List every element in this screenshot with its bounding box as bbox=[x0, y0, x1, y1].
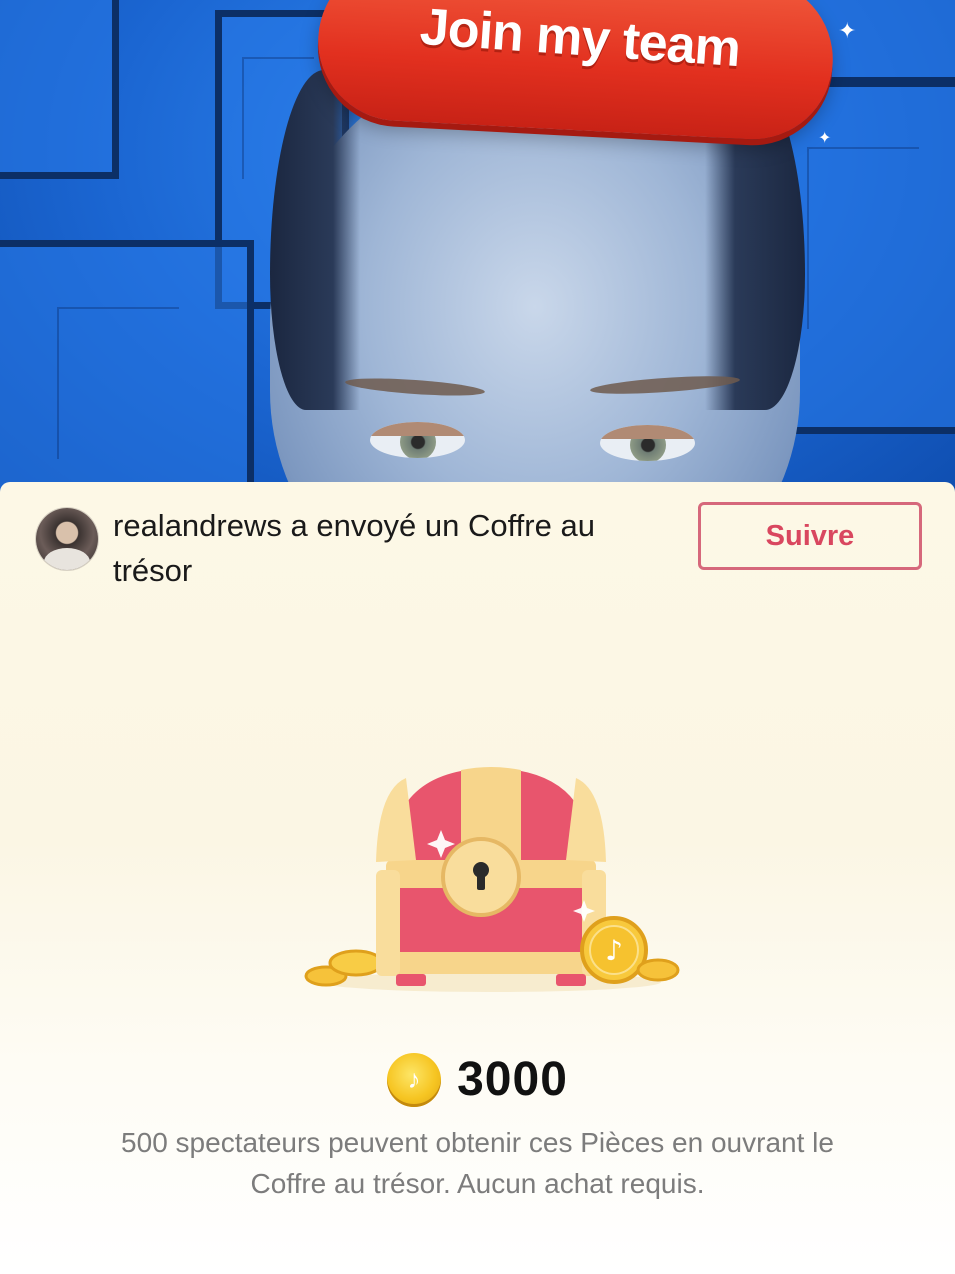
wall-frame bbox=[0, 0, 119, 179]
wall-frame bbox=[780, 80, 955, 434]
sparkle-icon: ✦ bbox=[818, 130, 832, 147]
reward-description: 500 spectateurs peuvent obtenir ces Pièc… bbox=[121, 1127, 834, 1199]
svg-text:♪: ♪ bbox=[605, 934, 623, 967]
avatar[interactable] bbox=[36, 508, 98, 570]
eye bbox=[370, 422, 465, 458]
wall-frame bbox=[0, 240, 254, 500]
eye bbox=[600, 425, 695, 461]
treasure-chest-icon[interactable]: ♪ bbox=[296, 760, 686, 1000]
reward-amount-row: ♪ 3000 bbox=[0, 1052, 955, 1107]
follow-button[interactable]: Suivre bbox=[698, 502, 922, 570]
sparkle-icon: ✦ bbox=[838, 18, 857, 43]
live-video-background: Join my team ✦ ✦ bbox=[0, 0, 955, 500]
tiktok-coin-icon: ♪ bbox=[387, 1052, 442, 1107]
coin-amount: 3000 bbox=[457, 1053, 568, 1106]
gift-notification-text: realandrews a envoyé un Coffre au trésor bbox=[113, 508, 595, 588]
